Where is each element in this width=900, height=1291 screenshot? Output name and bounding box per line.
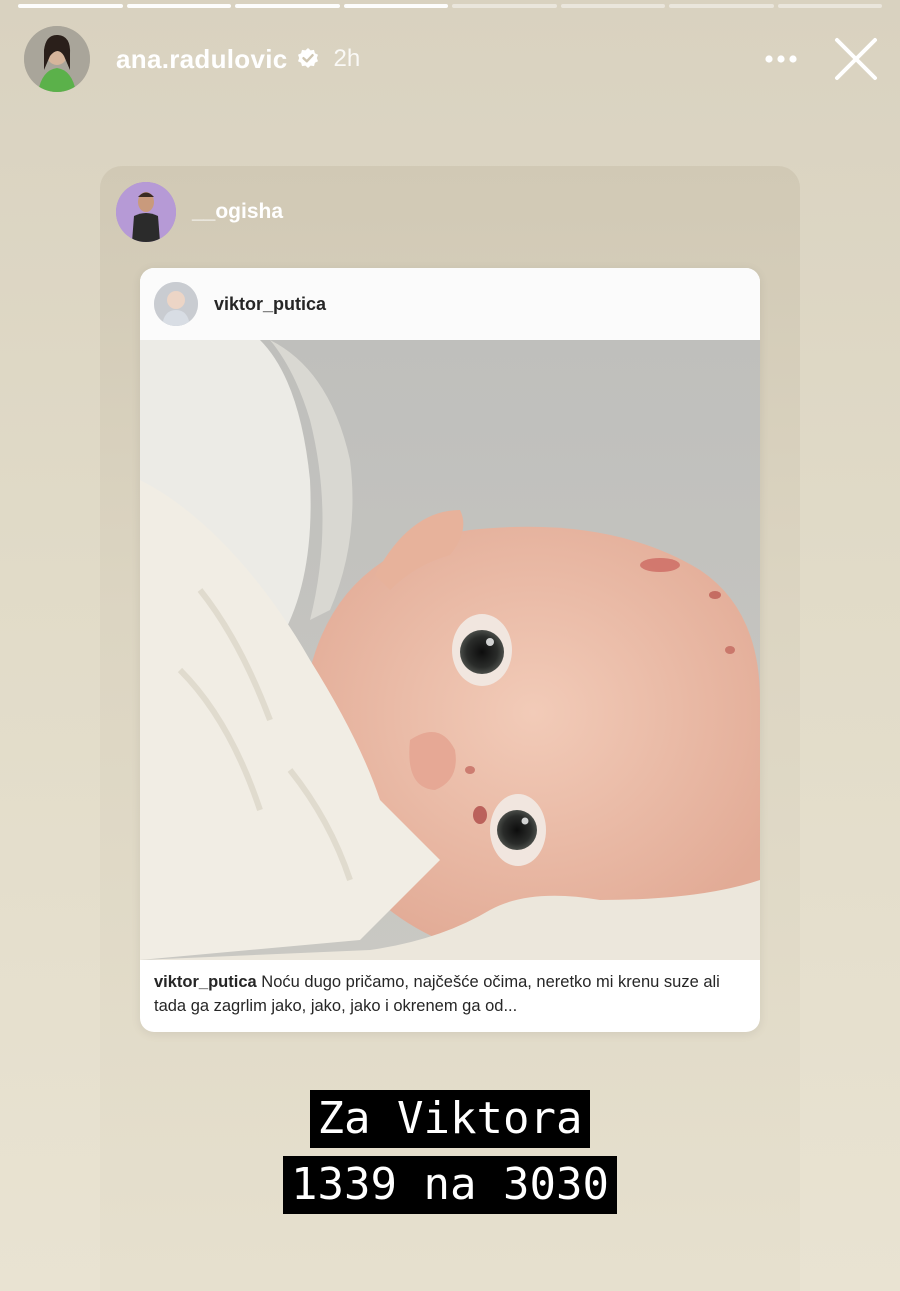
post-author-avatar[interactable] bbox=[154, 282, 198, 326]
post-caption: viktor_putica Noću dugo pričamo, najčešć… bbox=[140, 960, 760, 1018]
story-header: ana.radulovic 2h bbox=[24, 24, 884, 94]
avatar[interactable] bbox=[24, 26, 90, 92]
overlay-line-2: 1339 na 3030 bbox=[283, 1156, 617, 1214]
progress-segment bbox=[777, 4, 882, 8]
reshare-header: __ogisha bbox=[116, 182, 283, 242]
post-header: viktor_putica bbox=[140, 268, 760, 340]
progress-segment bbox=[126, 4, 231, 8]
verified-badge-icon bbox=[296, 47, 320, 71]
story-username[interactable]: ana.radulovic bbox=[116, 44, 288, 75]
progress-segment bbox=[452, 4, 557, 8]
overlay-text-line-2: 1339 na 3030 bbox=[0, 1156, 900, 1214]
progress-segment bbox=[343, 4, 448, 8]
more-horizontal-icon bbox=[765, 55, 797, 63]
reshare-avatar[interactable] bbox=[116, 182, 176, 242]
embedded-post[interactable]: viktor_putica viktor_putica Noću dugo pr… bbox=[140, 268, 760, 1032]
post-time: 2h bbox=[333, 45, 361, 72]
post-author-username[interactable]: viktor_putica bbox=[214, 294, 326, 315]
post-photo bbox=[140, 340, 760, 960]
story-progress-bar bbox=[18, 4, 882, 9]
close-icon bbox=[835, 38, 877, 80]
overlay-line-1: Za Viktora bbox=[309, 1090, 591, 1148]
reshare-username[interactable]: __ogisha bbox=[192, 200, 283, 224]
progress-segment bbox=[235, 4, 340, 8]
close-button[interactable] bbox=[828, 31, 884, 87]
more-options-button[interactable] bbox=[756, 34, 806, 84]
progress-segment bbox=[560, 4, 665, 8]
progress-segment bbox=[18, 4, 123, 8]
overlay-text-line-1: Za Viktora bbox=[0, 1090, 900, 1148]
caption-username[interactable]: viktor_putica bbox=[154, 973, 257, 991]
progress-segment bbox=[669, 4, 774, 8]
